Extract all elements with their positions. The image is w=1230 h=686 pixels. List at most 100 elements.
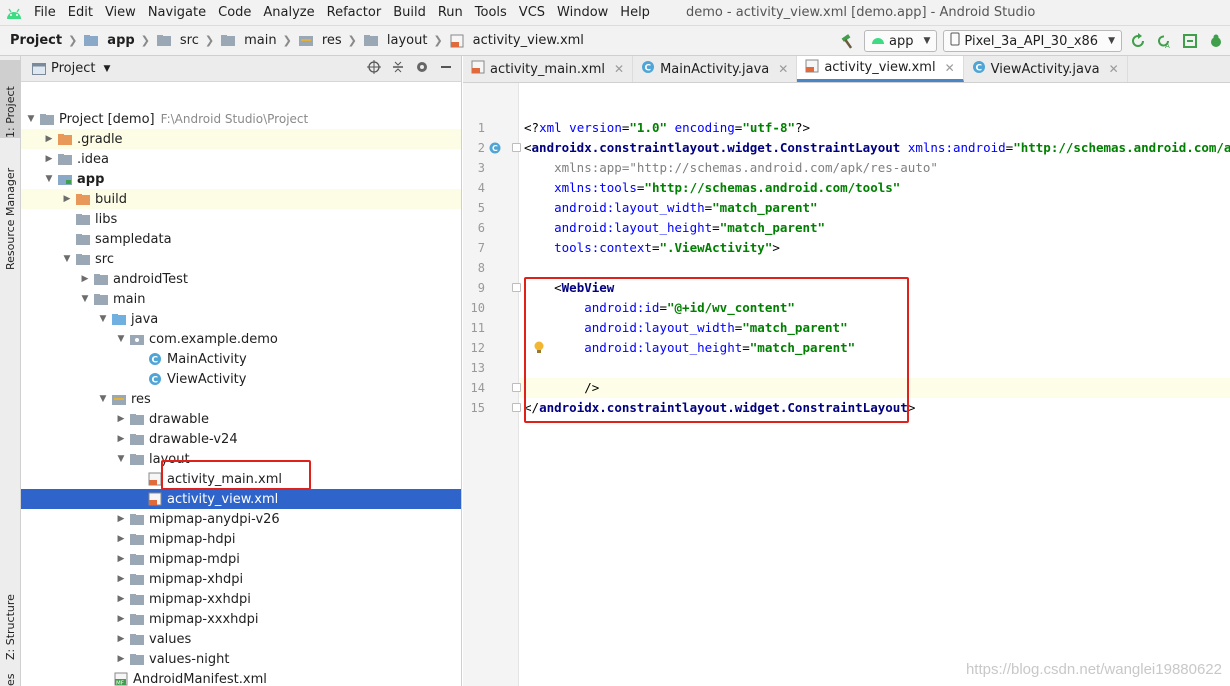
- close-icon[interactable]: ✕: [1109, 62, 1119, 76]
- tree-item-src[interactable]: ▼ src: [21, 249, 461, 269]
- breadcrumb-src[interactable]: src: [152, 33, 203, 48]
- tree-item-package[interactable]: ▼ com.example.demo: [21, 329, 461, 349]
- tree-item-mipmap-anydpi-v26[interactable]: ▶ mipmap-anydpi-v26: [21, 509, 461, 529]
- tab-project-tool[interactable]: 1: Project: [0, 60, 21, 138]
- tree-item-androidtest[interactable]: ▶ androidTest: [21, 269, 461, 289]
- breadcrumb-main[interactable]: main: [216, 33, 280, 48]
- run-config-select[interactable]: app ▼: [864, 30, 938, 52]
- expanded-arrow-icon[interactable]: ▼: [95, 314, 111, 324]
- apply-code-changes-icon[interactable]: [1180, 31, 1200, 51]
- fold-marker-icon[interactable]: [512, 403, 521, 412]
- project-view-selector[interactable]: Project: [51, 61, 95, 76]
- menu-navigate[interactable]: Navigate: [142, 0, 212, 25]
- menu-help[interactable]: Help: [614, 0, 656, 25]
- collapsed-arrow-icon[interactable]: ▶: [113, 414, 129, 424]
- expanded-arrow-icon[interactable]: ▼: [113, 334, 129, 344]
- collapsed-arrow-icon[interactable]: ▶: [41, 134, 57, 144]
- tree-item-mipmap-xhdpi[interactable]: ▶ mipmap-xhdpi: [21, 569, 461, 589]
- tree-item-manifest[interactable]: MF AndroidManifest.xml: [21, 669, 461, 686]
- tree-item-mipmap-xxhdpi[interactable]: ▶ mipmap-xxhdpi: [21, 589, 461, 609]
- expanded-arrow-icon[interactable]: ▼: [41, 174, 57, 184]
- breadcrumb-file[interactable]: activity_view.xml: [445, 33, 588, 48]
- expanded-arrow-icon[interactable]: ▼: [95, 394, 111, 404]
- breadcrumb-layout[interactable]: layout: [359, 33, 432, 48]
- expanded-arrow-icon[interactable]: ▼: [77, 294, 93, 304]
- collapsed-arrow-icon[interactable]: ▶: [113, 554, 129, 564]
- tree-item-project-root[interactable]: ▼ Project [demo] F:\Android Studio\Proje…: [21, 109, 461, 129]
- device-select[interactable]: Pixel_3a_API_30_x86 ▼: [943, 30, 1122, 52]
- close-icon[interactable]: ✕: [778, 62, 788, 76]
- tree-item-libs[interactable]: libs: [21, 209, 461, 229]
- breadcrumb-app[interactable]: app: [79, 33, 138, 48]
- code-editor[interactable]: 1 2 3 4 5 6 7 8 9 10 11 12 13 14 15 C <?xml version="1.…: [463, 83, 1230, 686]
- menu-file[interactable]: File: [28, 0, 62, 25]
- tree-item-main[interactable]: ▼ main: [21, 289, 461, 309]
- menu-vcs[interactable]: VCS: [513, 0, 551, 25]
- locate-target-icon[interactable]: [367, 60, 381, 78]
- tree-item-mipmap-mdpi[interactable]: ▶ mipmap-mdpi: [21, 549, 461, 569]
- tab-activity-view-xml[interactable]: activity_view.xml ✕: [797, 56, 964, 82]
- tree-item-activity-view-xml[interactable]: activity_view.xml: [21, 489, 461, 509]
- caret-down-icon[interactable]: ▼: [103, 64, 110, 74]
- fold-marker-icon[interactable]: [512, 283, 521, 292]
- collapsed-arrow-icon[interactable]: ▶: [41, 154, 57, 164]
- menu-refactor[interactable]: Refactor: [321, 0, 388, 25]
- breadcrumb-project[interactable]: Project: [6, 33, 66, 48]
- collapsed-arrow-icon[interactable]: ▶: [113, 534, 129, 544]
- tab-viewactivity-java[interactable]: C ViewActivity.java ✕: [964, 56, 1128, 82]
- fold-marker-icon[interactable]: [512, 143, 521, 152]
- tree-item-layout[interactable]: ▼ layout: [21, 449, 461, 469]
- tree-item-viewactivity[interactable]: C ViewActivity: [21, 369, 461, 389]
- menu-build[interactable]: Build: [387, 0, 432, 25]
- debug-bug-icon[interactable]: [1206, 31, 1226, 51]
- collapsed-arrow-icon[interactable]: ▶: [113, 634, 129, 644]
- collapsed-arrow-icon[interactable]: ▶: [113, 614, 129, 624]
- tree-item-activity-main-xml[interactable]: activity_main.xml: [21, 469, 461, 489]
- collapsed-arrow-icon[interactable]: ▶: [113, 574, 129, 584]
- tree-item-gradle[interactable]: ▶ .gradle: [21, 129, 461, 149]
- hammer-build-icon[interactable]: [838, 31, 858, 51]
- gear-icon[interactable]: [415, 60, 429, 78]
- tree-item-drawable-v24[interactable]: ▶ drawable-v24: [21, 429, 461, 449]
- tab-structure[interactable]: Z: Structure: [0, 568, 21, 660]
- breadcrumb-res[interactable]: res: [294, 33, 346, 48]
- tab-resource-manager[interactable]: Resource Manager: [0, 152, 21, 270]
- expanded-arrow-icon[interactable]: ▼: [23, 114, 39, 124]
- fold-marker-icon[interactable]: [512, 383, 521, 392]
- tree-item-app[interactable]: ▼ app: [21, 169, 461, 189]
- close-icon[interactable]: ✕: [614, 62, 624, 76]
- tab-favorites[interactable]: es: [0, 668, 21, 686]
- collapsed-arrow-icon[interactable]: ▶: [77, 274, 93, 284]
- activity-class-gutter-icon[interactable]: C: [489, 142, 501, 154]
- collapsed-arrow-icon[interactable]: ▶: [113, 654, 129, 664]
- menu-edit[interactable]: Edit: [62, 0, 99, 25]
- collapsed-arrow-icon[interactable]: ▶: [113, 514, 129, 524]
- hide-panel-icon[interactable]: [439, 60, 453, 78]
- rerun-icon[interactable]: [1128, 31, 1148, 51]
- tree-item-mainactivity[interactable]: C MainActivity: [21, 349, 461, 369]
- collapsed-arrow-icon[interactable]: ▶: [59, 194, 75, 204]
- expanded-arrow-icon[interactable]: ▼: [113, 454, 129, 464]
- tree-item-mipmap-xxxhdpi[interactable]: ▶ mipmap-xxxhdpi: [21, 609, 461, 629]
- menu-run[interactable]: Run: [432, 0, 469, 25]
- tree-item-sampledata[interactable]: sampledata: [21, 229, 461, 249]
- collapsed-arrow-icon[interactable]: ▶: [113, 434, 129, 444]
- tree-item-drawable[interactable]: ▶ drawable: [21, 409, 461, 429]
- menu-code[interactable]: Code: [212, 0, 257, 25]
- tree-item-mipmap-hdpi[interactable]: ▶ mipmap-hdpi: [21, 529, 461, 549]
- menu-tools[interactable]: Tools: [469, 0, 513, 25]
- tree-item-values[interactable]: ▶ values: [21, 629, 461, 649]
- menu-analyze[interactable]: Analyze: [257, 0, 320, 25]
- tree-item-java[interactable]: ▼ java: [21, 309, 461, 329]
- tab-mainactivity-java[interactable]: C MainActivity.java ✕: [633, 56, 798, 82]
- menu-window[interactable]: Window: [551, 0, 614, 25]
- tab-activity-main-xml[interactable]: activity_main.xml ✕: [463, 56, 634, 82]
- lightbulb-icon[interactable]: [533, 341, 545, 354]
- tree-item-values-night[interactable]: ▶ values-night: [21, 649, 461, 669]
- close-icon[interactable]: ✕: [945, 61, 955, 75]
- apply-changes-icon[interactable]: A: [1154, 31, 1174, 51]
- menu-view[interactable]: View: [99, 0, 142, 25]
- tree-item-idea[interactable]: ▶ .idea: [21, 149, 461, 169]
- tree-item-res[interactable]: ▼ res: [21, 389, 461, 409]
- tree-item-build[interactable]: ▶ build: [21, 189, 461, 209]
